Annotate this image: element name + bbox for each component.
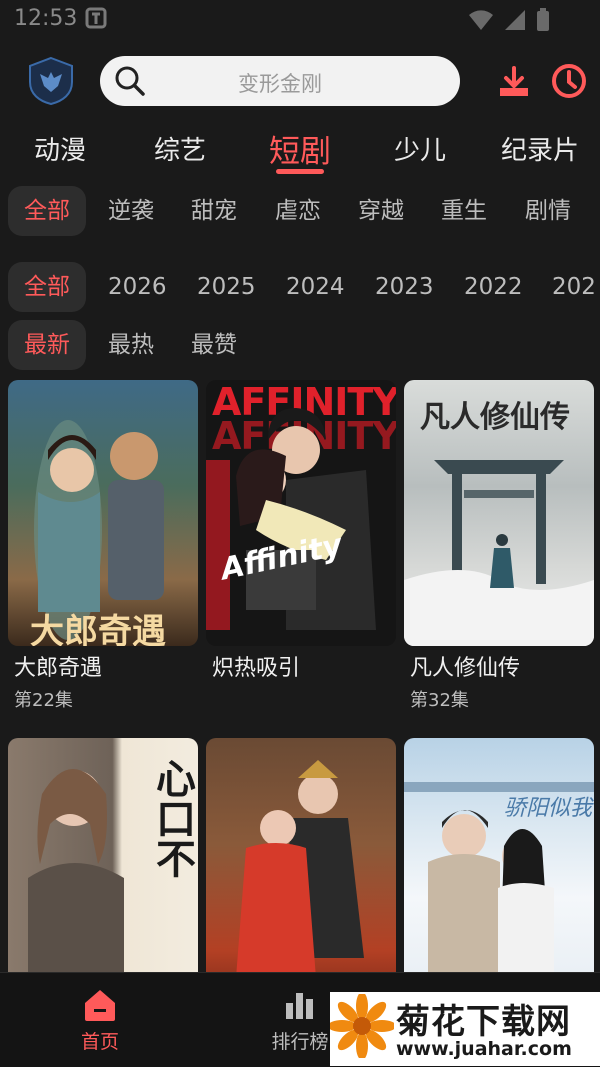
status-icons	[468, 8, 550, 32]
genre-chip[interactable]: 逆袭	[108, 186, 154, 236]
category-tabs: 动漫 综艺 短剧 少儿 纪录片	[0, 124, 600, 178]
genre-chip[interactable]: 甜宠	[191, 186, 237, 236]
sort-chip[interactable]: 最热	[108, 320, 154, 370]
year-chip[interactable]: 2022	[464, 262, 523, 312]
watermark-url: www.juahar.com	[396, 1038, 572, 1060]
genre-chip[interactable]: 虐恋	[275, 186, 321, 236]
drama-card[interactable]: 凡人修仙传 凡人修仙传 第32集	[404, 380, 594, 720]
chrysanthemum-logo-icon	[330, 994, 394, 1058]
download-icon[interactable]	[496, 64, 532, 100]
drama-card[interactable]: AFFINITY AFFINITY Affinity 炽热吸引	[206, 380, 396, 720]
card-title: 凡人修仙传	[410, 656, 521, 681]
tab-short-drama[interactable]: 短剧	[269, 126, 331, 171]
tab-kids[interactable]: 少儿	[394, 130, 446, 167]
year-chip[interactable]: 2023	[375, 262, 434, 312]
genre-chip[interactable]: 全部	[8, 186, 86, 236]
watermark-title: 菊花下载网	[396, 1002, 571, 1042]
status-time: 12:53	[14, 6, 78, 31]
genre-filter-row: 全部 逆袭 甜宠 虐恋 穿越 重生 剧情	[0, 186, 600, 238]
card-episode: 第22集	[14, 690, 73, 711]
battery-icon	[537, 8, 549, 31]
year-filter-row: 全部 2026 2025 2024 2023 2022 202	[0, 262, 600, 314]
sort-filter-row: 最新 最热 最赞	[0, 320, 600, 372]
drama-card[interactable]	[206, 738, 396, 972]
card-episode: 第32集	[410, 690, 469, 711]
genre-chip[interactable]: 剧情	[525, 186, 571, 236]
drama-card[interactable]: 心口不	[8, 738, 198, 972]
home-icon	[85, 990, 115, 1021]
card-title: 大郎奇遇	[14, 656, 103, 681]
card-title: 炽热吸引	[212, 656, 301, 681]
drama-card[interactable]: 骄阳似我	[404, 738, 594, 972]
poster-image: 心口不	[8, 738, 198, 972]
nav-home-label: 首页	[80, 1031, 119, 1053]
poster-image: 大郎奇遇	[8, 380, 198, 646]
poster-image: 骄阳似我	[404, 738, 594, 972]
genre-chip[interactable]: 重生	[441, 186, 487, 236]
status-bar: 12:53	[0, 0, 600, 42]
year-chip[interactable]: 2026	[108, 262, 167, 312]
poster-image: 凡人修仙传	[404, 380, 594, 646]
tab-documentary[interactable]: 纪录片	[501, 130, 579, 167]
tab-variety[interactable]: 综艺	[154, 130, 206, 167]
drama-card[interactable]: 大郎奇遇 大郎奇遇 第22集	[8, 380, 198, 720]
genre-chip[interactable]: 穿越	[358, 186, 404, 236]
notification-icon	[84, 6, 110, 36]
sort-chip[interactable]: 最赞	[191, 320, 237, 370]
app-logo	[26, 56, 76, 106]
year-chip[interactable]: 2025	[197, 262, 256, 312]
poster-image: AFFINITY AFFINITY Affinity	[206, 380, 396, 646]
site-watermark: 菊花下载网 www.juahar.com	[330, 992, 600, 1066]
year-chip[interactable]: 2024	[286, 262, 345, 312]
poster-title-art: 大郎奇遇	[30, 612, 166, 646]
year-chip[interactable]: 202	[552, 262, 596, 312]
ranking-icon	[286, 993, 313, 1019]
signal-icon	[505, 10, 525, 30]
search-placeholder: 变形金刚	[238, 72, 322, 96]
poster-title-art: 心口不	[149, 758, 195, 878]
search-input[interactable]: 变形金刚	[100, 56, 460, 106]
poster-image	[206, 738, 396, 972]
active-tab-indicator	[276, 169, 324, 174]
nav-home[interactable]: 首页	[40, 987, 160, 1054]
tab-anime[interactable]: 动漫	[34, 130, 86, 167]
wifi-icon	[469, 10, 493, 30]
history-icon[interactable]	[550, 62, 588, 100]
year-chip[interactable]: 全部	[8, 262, 86, 312]
poster-title-art: 骄阳似我	[504, 796, 593, 821]
sort-chip[interactable]: 最新	[8, 320, 86, 370]
